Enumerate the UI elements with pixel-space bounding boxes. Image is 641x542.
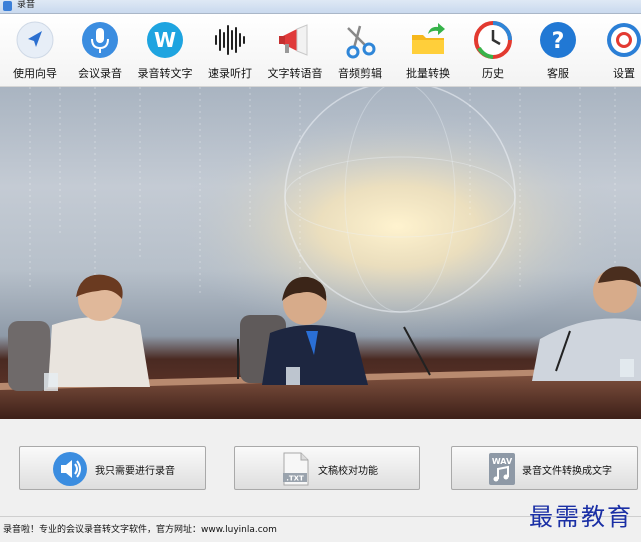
toolbar-label: 批量转换 <box>406 67 450 80</box>
proofread-label: 文稿校对功能 <box>318 466 378 477</box>
window-title: 录音 <box>17 0 36 10</box>
main-toolbar: 使用向导 会议录音 W 录音转文字 速录听打 文字转语音 音频剪辑 批量转换 历… <box>0 14 641 87</box>
toolbar-label: 会议录音 <box>78 67 122 80</box>
toolbar-fast-transcribe-button[interactable]: 速录听打 <box>196 20 264 84</box>
banner-illustration <box>0 87 641 419</box>
proofread-button[interactable]: .TXT 文稿校对功能 <box>234 446 420 490</box>
toolbar-label: 音频剪辑 <box>338 67 382 80</box>
wav-badge-text: WAV <box>492 457 513 466</box>
convert-audio-to-text-button[interactable]: WAV 录音文件转换成文字 <box>451 446 638 490</box>
megaphone-icon <box>279 24 308 56</box>
status-text: 录音啦！专业的会议录音转文字软件，官方网址：www.luyinla.com <box>3 525 277 535</box>
w-badge-icon: W <box>147 22 183 58</box>
folder-arrow-icon <box>412 23 445 54</box>
toolbar-batch-convert-button[interactable]: 批量转换 <box>394 20 462 84</box>
speaker-icon <box>53 452 87 486</box>
history-clock-icon <box>474 21 512 59</box>
business-meeting-banner <box>0 87 641 419</box>
txt-file-icon: .TXT <box>283 452 309 486</box>
scissors-icon <box>346 25 376 59</box>
toolbar-guide-button[interactable]: 使用向导 <box>1 20 69 84</box>
sound-wave-icon <box>215 25 245 55</box>
toolbar-support-button[interactable]: ? 客服 <box>524 20 592 84</box>
watermark-text: 最需教育 <box>529 503 633 531</box>
toolbar-label: 设置 <box>613 67 635 80</box>
record-only-label: 我只需要进行录音 <box>95 466 175 477</box>
svg-text:?: ? <box>552 29 565 54</box>
toolbar-label: 客服 <box>547 67 569 80</box>
lifebuoy-icon <box>607 23 641 57</box>
toolbar-audio-edit-button[interactable]: 音频剪辑 <box>326 20 394 84</box>
wav-file-icon: WAV <box>489 453 515 485</box>
toolbar-text-to-speech-button[interactable]: 文字转语音 <box>261 20 329 84</box>
navigation-arrow-icon <box>16 21 54 59</box>
toolbar-label: 历史 <box>482 67 504 80</box>
toolbar-label: 使用向导 <box>13 67 57 80</box>
convert-audio-to-text-label: 录音文件转换成文字 <box>522 466 612 477</box>
svg-text:W: W <box>154 28 176 52</box>
microphone-icon <box>82 22 118 58</box>
txt-badge-text: .TXT <box>286 475 304 483</box>
toolbar-label: 文字转语音 <box>267 67 323 80</box>
toolbar-history-button[interactable]: 历史 <box>459 20 527 84</box>
record-only-button[interactable]: 我只需要进行录音 <box>19 446 206 490</box>
title-bar: 录音 <box>0 0 641 14</box>
toolbar-label: 速录听打 <box>208 67 252 80</box>
toolbar-label: 录音转文字 <box>137 67 193 80</box>
help-question-icon: ? <box>540 22 576 58</box>
toolbar-speech-to-text-button[interactable]: W 录音转文字 <box>131 20 199 84</box>
app-icon <box>3 1 12 11</box>
toolbar-meeting-record-button[interactable]: 会议录音 <box>66 20 134 84</box>
toolbar-settings-button[interactable]: 设置 <box>590 20 641 84</box>
status-bar: 录音啦！专业的会议录音转文字软件，官方网址：www.luyinla.com 最需… <box>0 503 641 542</box>
